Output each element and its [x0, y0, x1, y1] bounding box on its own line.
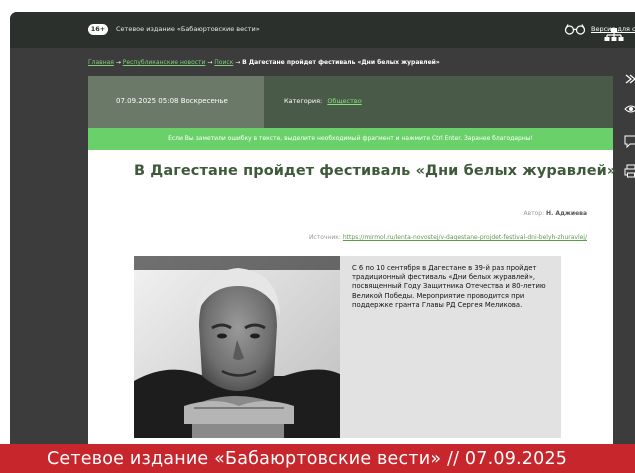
error-notice-bar: Если Вы заметили ошибку в тексте, выдели…: [88, 128, 613, 150]
author-name: Н. Аджиева: [546, 210, 587, 217]
article-photo[interactable]: [134, 256, 340, 438]
print-icon[interactable]: [624, 164, 635, 178]
age-rating-badge: 16+: [88, 24, 108, 35]
source-line: Источник: https://mirmol.ru/lenta-novost…: [309, 234, 587, 241]
top-bar: 16+ Сетевое издание «Бабаюртовские вести…: [10, 12, 635, 48]
lead-box: С 6 по 10 сентября в Дагестане в 39-й ра…: [340, 256, 561, 438]
article-content: В Дагестане пройдет фестиваль «Дни белых…: [88, 150, 617, 473]
page-frame: 16+ Сетевое издание «Бабаюртовские вести…: [10, 12, 635, 473]
breadcrumb-separator: →: [115, 59, 123, 66]
banner-text: Сетевое издание «Бабаюртовские вести» //…: [47, 449, 568, 469]
sitemap-icon[interactable]: [604, 27, 624, 43]
source-link[interactable]: https://mirmol.ru/lenta-novostej/v-dages…: [343, 234, 587, 241]
site-name[interactable]: Сетевое издание «Бабаюртовские вести»: [116, 24, 260, 35]
publish-date: 07.09.2025 05:08 Воскресенье: [116, 97, 228, 105]
source-label: Источник:: [308, 234, 341, 241]
date-cell: 07.09.2025 05:08 Воскресенье: [88, 76, 264, 128]
article-title: В Дагестане пройдет фестиваль «Дни белых…: [134, 163, 617, 179]
breadcrumb-search-link[interactable]: Поиск: [214, 59, 233, 66]
breadcrumb-section-link[interactable]: Республиканские новости: [123, 59, 206, 66]
article-lead: С 6 по 10 сентября в Дагестане в 39-й ра…: [352, 264, 546, 309]
bottom-banner: Сетевое издание «Бабаюртовские вести» //…: [0, 444, 635, 473]
author-label: Автор:: [523, 210, 545, 217]
breadcrumb-current: В Дагестане пройдет фестиваль «Дни белых…: [242, 59, 440, 66]
breadcrumb-bar: Главная → Республиканские новости → Поис…: [10, 48, 635, 76]
category-label: Категория:: [284, 97, 323, 105]
glasses-icon[interactable]: [564, 23, 586, 35]
category-link[interactable]: Общество: [327, 97, 361, 105]
error-notice-text: Если Вы заметили ошибку в тексте, выдели…: [168, 135, 533, 142]
right-toolbar: [622, 72, 635, 202]
author-line: Автор: Н. Аджиева: [523, 210, 587, 217]
share-icon[interactable]: [624, 72, 635, 86]
breadcrumb: Главная → Республиканские новости → Поис…: [88, 59, 440, 67]
comment-icon[interactable]: [624, 134, 635, 148]
breadcrumb-home-link[interactable]: Главная: [88, 59, 114, 66]
article-meta-bar: 07.09.2025 05:08 Воскресенье Категория: …: [88, 76, 613, 128]
eye-icon[interactable]: [624, 102, 635, 116]
category-row: Категория: Общество: [284, 97, 362, 106]
